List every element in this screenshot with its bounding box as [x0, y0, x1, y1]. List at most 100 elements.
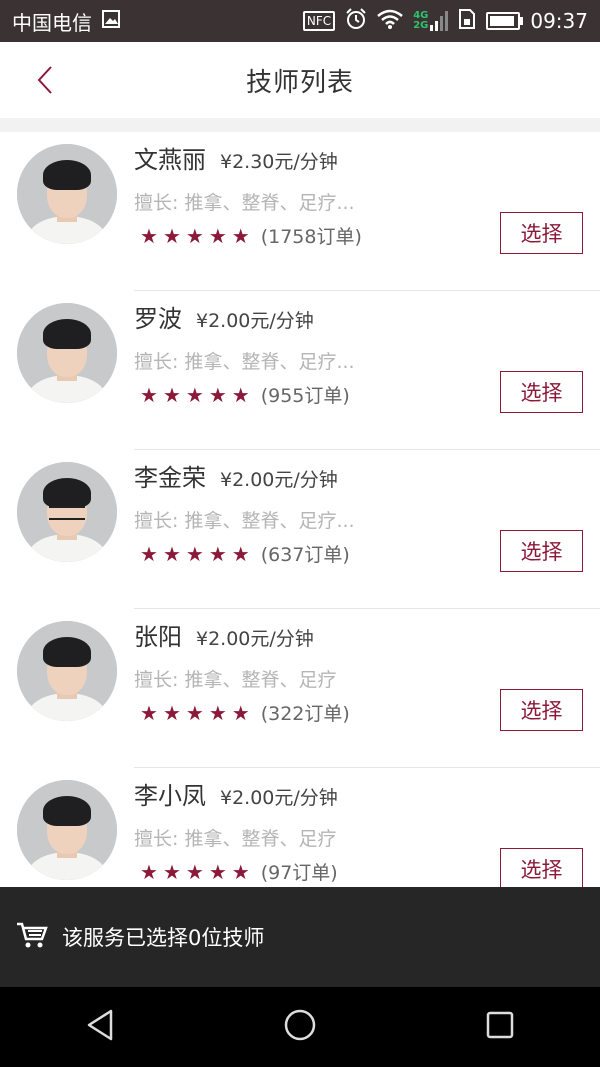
avatar: [17, 780, 117, 880]
nav-back-button[interactable]: [70, 997, 130, 1057]
carrier-label: 中国电信: [12, 10, 92, 35]
network-2g-label: 2G: [413, 20, 429, 31]
select-technician-button[interactable]: 选择: [500, 530, 583, 572]
order-count: (637订单): [260, 544, 350, 566]
wifi-icon: [377, 9, 403, 34]
technician-row[interactable]: 张阳 ¥2.00元/分钟 擅长: 推拿、整脊、足疗 ★ ★ ★ ★ ★ (322订单) 选…: [0, 609, 600, 768]
star-icon: ★: [162, 700, 181, 725]
recents-square-icon: [485, 1010, 515, 1044]
technician-skills: 擅长: 推拿、整脊、足疗...: [134, 510, 355, 532]
back-triangle-icon: [85, 1009, 115, 1045]
star-icon: ★: [231, 223, 250, 248]
avatar: [17, 462, 117, 562]
select-technician-button[interactable]: 选择: [500, 212, 583, 254]
order-count: (955订单): [260, 385, 350, 407]
technician-price: ¥2.00元/分钟: [220, 469, 338, 491]
sim-icon: [458, 8, 476, 34]
technician-name: 罗波: [134, 305, 182, 333]
star-icon: ★: [185, 541, 204, 566]
selection-summary: 该服务已选择0位技师: [62, 926, 265, 950]
rating: ★ ★ ★ ★ ★ (322订单): [140, 699, 350, 726]
technician-name-line: 文燕丽 ¥2.30元/分钟: [134, 140, 338, 175]
alarm-icon: [345, 7, 367, 35]
star-rating-icons: ★ ★ ★ ★ ★: [140, 542, 255, 566]
star-icon: ★: [185, 700, 204, 725]
star-rating-icons: ★ ★ ★ ★ ★: [140, 383, 255, 407]
avatar: [17, 621, 117, 721]
technician-name-line: 张阳 ¥2.00元/分钟: [134, 617, 314, 652]
star-icon: ★: [140, 859, 158, 884]
star-icon: ★: [162, 541, 181, 566]
technician-price: ¥2.00元/分钟: [196, 310, 314, 332]
technician-row[interactable]: 李金荣 ¥2.00元/分钟 擅长: 推拿、整脊、足疗... ★ ★ ★ ★ ★ (637订…: [0, 450, 600, 609]
star-rating-icons: ★ ★ ★ ★ ★: [140, 224, 255, 248]
technician-price: ¥2.00元/分钟: [220, 787, 338, 809]
nfc-icon: NFC: [302, 11, 336, 31]
page-title: 技师列表: [245, 67, 354, 98]
star-icon: ★: [231, 700, 250, 725]
rating: ★ ★ ★ ★ ★ (637订单): [140, 540, 350, 567]
star-icon: ★: [231, 541, 250, 566]
back-button[interactable]: [30, 62, 60, 98]
header-divider: [0, 118, 600, 132]
technician-skills: 擅长: 推拿、整脊、足疗: [134, 828, 337, 850]
star-icon: ★: [208, 541, 227, 566]
rating: ★ ★ ★ ★ ★ (1758订单): [140, 222, 362, 249]
order-count: (322订单): [260, 703, 350, 725]
star-icon: ★: [231, 859, 250, 884]
technician-name-line: 李金荣 ¥2.00元/分钟: [134, 458, 338, 493]
star-icon: ★: [208, 382, 227, 407]
chevron-left-icon: [35, 65, 55, 95]
technician-name: 李金荣: [134, 464, 206, 492]
technician-price: ¥2.30元/分钟: [220, 151, 338, 173]
rating: ★ ★ ★ ★ ★ (97订单): [140, 858, 338, 885]
technician-row[interactable]: 罗波 ¥2.00元/分钟 擅长: 推拿、整脊、足疗... ★ ★ ★ ★ ★ (955订单…: [0, 291, 600, 450]
order-count: (97订单): [260, 862, 338, 884]
technician-row[interactable]: 李小凤 ¥2.00元/分钟 擅长: 推拿、整脊、足疗 ★ ★ ★ ★ ★ (97订单) 选…: [0, 768, 600, 887]
home-circle-icon: [283, 1008, 317, 1046]
star-rating-icons: ★ ★ ★ ★ ★: [140, 860, 255, 884]
select-technician-button[interactable]: 选择: [500, 371, 583, 413]
star-icon: ★: [208, 223, 227, 248]
order-count: (1758订单): [260, 226, 362, 248]
star-icon: ★: [140, 223, 158, 248]
image-icon: [102, 9, 120, 33]
technician-name: 文燕丽: [134, 146, 206, 174]
avatar: [17, 303, 117, 403]
star-rating-icons: ★ ★ ★ ★ ★: [140, 701, 255, 725]
system-nav-bar: [0, 987, 600, 1067]
technician-price: ¥2.00元/分钟: [196, 628, 314, 650]
star-icon: ★: [140, 700, 158, 725]
star-icon: ★: [140, 541, 158, 566]
star-icon: ★: [208, 700, 227, 725]
technician-skills: 擅长: 推拿、整脊、足疗...: [134, 192, 355, 214]
star-icon: ★: [208, 859, 227, 884]
star-icon: ★: [162, 859, 181, 884]
star-icon: ★: [185, 223, 204, 248]
technician-name: 张阳: [134, 623, 182, 651]
signal-icon: 4G 2G: [413, 11, 449, 31]
star-icon: ★: [185, 382, 204, 407]
avatar: [17, 144, 117, 244]
technician-name-line: 罗波 ¥2.00元/分钟: [134, 299, 314, 334]
technician-list[interactable]: 文燕丽 ¥2.30元/分钟 擅长: 推拿、整脊、足疗... ★ ★ ★ ★ ★ (1758…: [0, 132, 600, 887]
technician-row[interactable]: 文燕丽 ¥2.30元/分钟 擅长: 推拿、整脊、足疗... ★ ★ ★ ★ ★ (1758…: [0, 132, 600, 291]
star-icon: ★: [231, 382, 250, 407]
star-icon: ★: [162, 223, 181, 248]
technician-name-line: 李小凤 ¥2.00元/分钟: [134, 776, 338, 811]
status-bar: 中国电信 NFC 4G 2G 09:37: [0, 0, 600, 42]
select-technician-button[interactable]: 选择: [500, 689, 583, 731]
app-header: 技师列表: [0, 42, 600, 118]
nav-home-button[interactable]: [270, 997, 330, 1057]
rating: ★ ★ ★ ★ ★ (955订单): [140, 381, 350, 408]
select-technician-button[interactable]: 选择: [500, 848, 583, 887]
battery-icon: [486, 12, 524, 30]
selection-footer[interactable]: 该服务已选择0位技师: [0, 887, 600, 987]
cart-icon: [16, 921, 48, 953]
star-icon: ★: [162, 382, 181, 407]
technician-skills: 擅长: 推拿、整脊、足疗: [134, 669, 337, 691]
clock-time: 09:37: [530, 9, 588, 33]
star-icon: ★: [185, 859, 204, 884]
nav-recents-button[interactable]: [470, 997, 530, 1057]
technician-skills: 擅长: 推拿、整脊、足疗...: [134, 351, 355, 373]
